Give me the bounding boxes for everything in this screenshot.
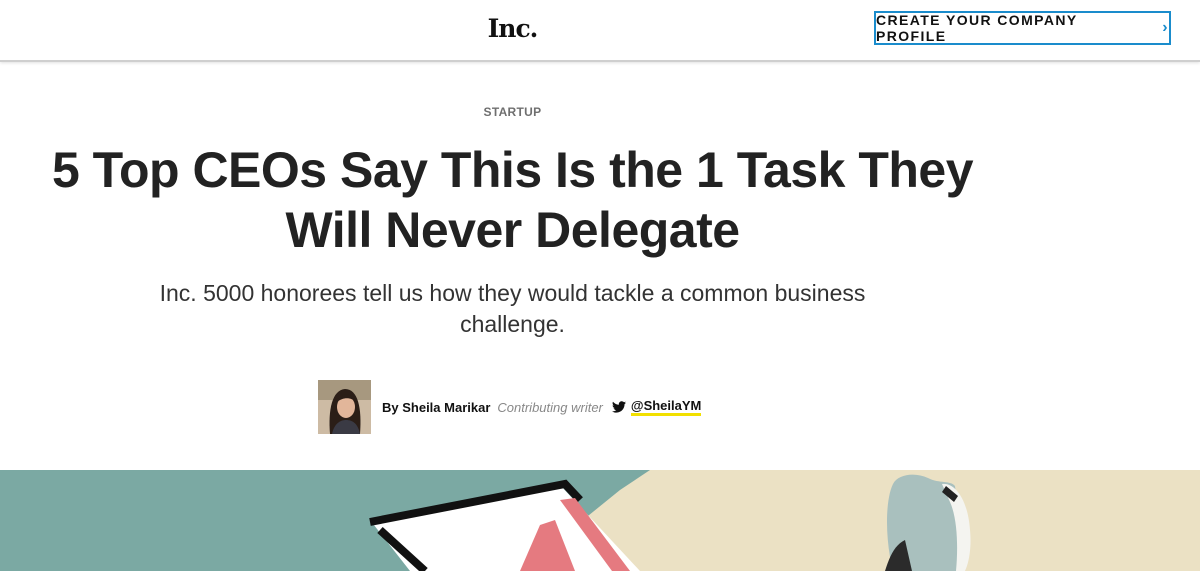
create-company-profile-button[interactable]: CREATE YOUR COMPANY PROFILE › [874,11,1171,45]
author-role: Contributing writer [497,399,603,415]
author-name[interactable]: By Sheila Marikar [382,400,490,415]
byline: By Sheila Marikar Contributing writer @S… [318,380,702,434]
article-dek: Inc. 5000 honorees tell us how they woul… [159,280,866,337]
top-nav-bar: Inc. CREATE YOUR COMPANY PROFILE › [0,0,1200,62]
article-headline: 5 Top CEOs Say This Is the 1 Task They W… [51,142,974,258]
twitter-handle-link[interactable]: @SheilaYM [630,398,702,416]
hero-illustration [0,470,1200,574]
inc-logo[interactable]: Inc. [0,14,1025,43]
twitter-icon[interactable] [611,401,626,413]
chevron-right-icon: › [1162,19,1169,36]
author-avatar[interactable] [318,380,371,434]
cta-label: CREATE YOUR COMPANY PROFILE [876,12,1078,44]
article-category[interactable]: STARTUP [0,105,1025,119]
